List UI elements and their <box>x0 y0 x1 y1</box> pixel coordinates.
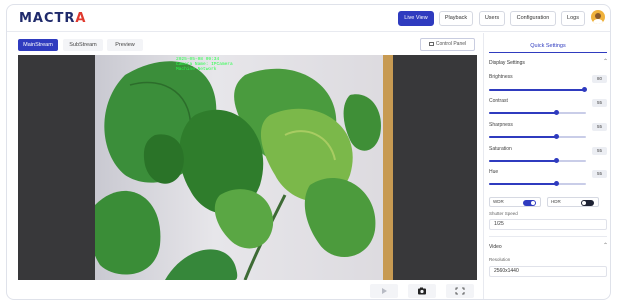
brightness-slider[interactable] <box>489 87 587 92</box>
hdr-control: HDR <box>547 197 599 207</box>
tab-quick-settings[interactable]: Quick Settings <box>489 39 607 53</box>
shutter-speed-field[interactable]: 1/25 <box>489 219 607 230</box>
video-player[interactable]: 2025-05-08 09:34 Camera Name: IPCamera M… <box>18 55 477 280</box>
video-section-title: Video <box>489 244 502 250</box>
fullscreen-icon <box>455 287 465 295</box>
nav-live-view[interactable]: Live View <box>398 11 434 26</box>
plant-image <box>95 61 381 280</box>
saturation-label: Saturation <box>489 146 512 152</box>
wdr-toggle[interactable] <box>523 199 536 206</box>
control-panel-button[interactable]: Control Panel <box>420 38 475 51</box>
quick-settings-panel: Quick Settings Display Settings ⌃ Bright… <box>483 33 610 299</box>
player-controls <box>18 281 477 299</box>
tab-substream[interactable]: SubStream <box>63 39 103 51</box>
saturation-value[interactable]: 55 <box>592 147 607 155</box>
contrast-value[interactable]: 55 <box>592 99 607 107</box>
snapshot-button[interactable] <box>408 284 436 298</box>
saturation-slider[interactable] <box>489 158 586 163</box>
chevron-up-icon[interactable]: ⌃ <box>603 242 608 249</box>
slider-knob[interactable] <box>554 181 560 186</box>
chevron-up-icon[interactable]: ⌃ <box>603 58 608 65</box>
hue-label: Hue <box>489 169 499 175</box>
top-bar: MACTRA Live View Playback Users Configur… <box>7 5 610 32</box>
slider-knob[interactable] <box>554 158 560 163</box>
contrast-slider[interactable] <box>489 110 586 115</box>
avatar[interactable] <box>591 10 605 24</box>
hue-value[interactable]: 55 <box>592 170 607 178</box>
hdr-toggle[interactable] <box>581 199 594 206</box>
sharpness-value[interactable]: 55 <box>592 123 607 131</box>
display-settings-title: Display Settings <box>489 60 525 66</box>
hue-slider[interactable] <box>489 181 586 186</box>
fullscreen-button[interactable] <box>446 284 474 298</box>
brightness-label: Brightness <box>489 74 513 80</box>
tab-preview[interactable]: Preview <box>107 39 143 51</box>
divider <box>489 236 607 237</box>
osd-overlay: 2025-05-08 09:34 Camera Name: IPCamera M… <box>176 57 233 72</box>
brightness-value[interactable]: 80 <box>592 75 607 83</box>
shutter-speed-label: Shutter Speed <box>489 211 518 216</box>
camera-feed: 2025-05-08 09:34 Camera Name: IPCamera M… <box>95 55 393 280</box>
nav-users[interactable]: Users <box>479 11 505 26</box>
slider-knob[interactable] <box>581 87 587 92</box>
play-button[interactable] <box>370 284 398 298</box>
contrast-label: Contrast <box>489 98 508 104</box>
sharpness-label: Sharpness <box>489 122 513 128</box>
nav-configuration[interactable]: Configuration <box>510 11 556 26</box>
wdr-control: WDR <box>489 197 541 207</box>
resolution-field[interactable]: 2560x1440 <box>489 266 607 277</box>
sharpness-slider[interactable] <box>489 134 586 139</box>
logo: MACTRA <box>19 11 87 26</box>
app-window: MACTRA Live View Playback Users Configur… <box>6 4 611 300</box>
resolution-label: Resolution <box>489 257 511 262</box>
tab-mainstream[interactable]: MainStream <box>18 39 58 51</box>
panel-icon <box>428 41 434 46</box>
slider-knob[interactable] <box>554 134 560 139</box>
nav-playback[interactable]: Playback <box>439 11 473 26</box>
nav-logs[interactable]: Logs <box>561 11 585 26</box>
camera-icon <box>418 287 426 295</box>
play-icon <box>382 288 387 294</box>
slider-knob[interactable] <box>554 110 560 115</box>
